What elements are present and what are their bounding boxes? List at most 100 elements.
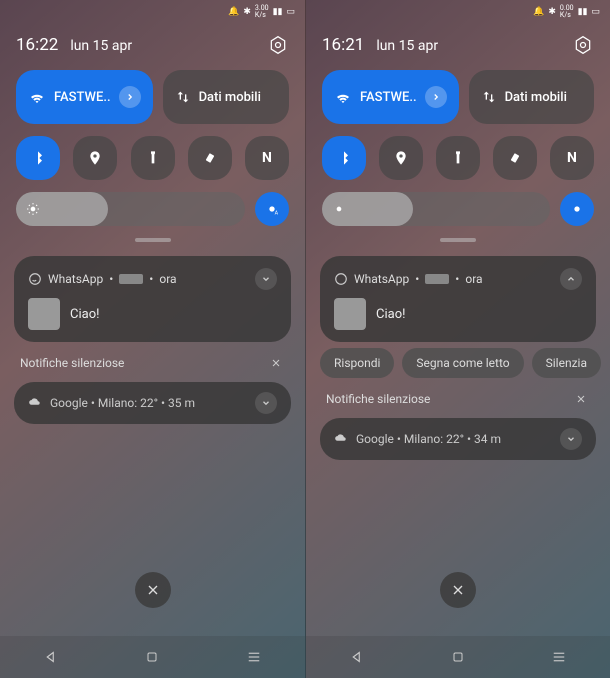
clock-date: lun 15 apr	[70, 38, 132, 54]
location-tile[interactable]	[379, 136, 423, 180]
clock-time: 16:22	[16, 35, 58, 55]
cloud-icon	[334, 432, 348, 446]
settings-icon[interactable]	[572, 34, 594, 56]
nav-back-icon[interactable]	[42, 648, 60, 666]
reply-button[interactable]: Rispondi	[320, 348, 394, 378]
network-speed: 0.00K/s	[560, 5, 574, 19]
notif-header: WhatsApp • • ora	[334, 268, 582, 290]
status-icons: 🔔 ✱ 3.00K/s ▮▮ ▭	[228, 5, 295, 19]
battery-icon: ▭	[286, 7, 295, 17]
settings-icon[interactable]	[267, 34, 289, 56]
bluetooth-tile[interactable]	[322, 136, 366, 180]
navigation-bar	[0, 636, 305, 678]
dismiss-all-button[interactable]	[440, 572, 476, 608]
separator-dot: •	[455, 272, 459, 286]
bluetooth-icon	[336, 150, 352, 166]
auto-rotate-tile[interactable]	[493, 136, 537, 180]
sender-redacted	[119, 274, 143, 284]
bluetooth-tile[interactable]	[16, 136, 60, 180]
rotate-icon	[507, 150, 523, 166]
nav-back-icon[interactable]	[348, 648, 366, 666]
sender-redacted	[425, 274, 449, 284]
mute-button[interactable]: Silenzia	[532, 348, 601, 378]
auto-rotate-tile[interactable]	[188, 136, 232, 180]
google-weather-notification[interactable]: Google • Milano: 22° • 34 m	[320, 418, 596, 460]
mobile-data-label: Dati mobili	[505, 90, 567, 105]
message-text: Ciao!	[70, 307, 99, 322]
brightness-fill	[16, 192, 108, 226]
nav-home-icon[interactable]	[450, 649, 466, 665]
nfc-icon: N	[262, 150, 272, 166]
brightness-row: A	[0, 186, 305, 230]
quick-settings-row-1: FASTWE.. Dati mobili	[0, 64, 305, 130]
silent-label: Notifiche silenziose	[326, 392, 430, 406]
silent-icon: 🔔	[533, 7, 544, 17]
network-speed: 3.00K/s	[255, 5, 269, 19]
location-icon	[393, 150, 409, 166]
brightness-fill	[322, 192, 413, 226]
message-text: Ciao!	[376, 307, 405, 322]
whatsapp-notification[interactable]: WhatsApp • • ora Ciao!	[320, 256, 596, 342]
clock-area: 16:21 lun 15 apr	[322, 35, 438, 55]
data-icon	[481, 89, 497, 105]
brightness-low-icon	[26, 202, 40, 216]
nav-recent-icon[interactable]	[550, 648, 568, 666]
nfc-tile[interactable]: N	[245, 136, 289, 180]
location-tile[interactable]	[73, 136, 117, 180]
wifi-expand-icon[interactable]	[425, 86, 447, 108]
quick-settings-row-1: FASTWE.. Dati mobili	[306, 64, 610, 130]
panel-handle[interactable]	[135, 238, 171, 242]
weather-expand-icon[interactable]	[560, 428, 582, 450]
nfc-tile[interactable]: N	[550, 136, 594, 180]
notif-body: Ciao!	[28, 298, 277, 330]
weather-expand-icon[interactable]	[255, 392, 277, 414]
status-icons: 🔔 ✱ 0.00K/s ▮▮ ▭	[533, 5, 600, 19]
whatsapp-notification[interactable]: WhatsApp • • ora Ciao!	[14, 256, 291, 342]
status-bar: 🔔 ✱ 3.00K/s ▮▮ ▭	[0, 0, 305, 22]
flashlight-icon	[145, 150, 161, 166]
mobile-data-tile[interactable]: Dati mobili	[163, 70, 289, 124]
sender-avatar	[334, 298, 366, 330]
brightness-slider[interactable]	[16, 192, 245, 226]
bluetooth-status-icon: ✱	[548, 7, 556, 17]
auto-brightness-toggle[interactable]: A	[255, 192, 289, 226]
wifi-tile[interactable]: FASTWE..	[322, 70, 459, 124]
nav-home-icon[interactable]	[144, 649, 160, 665]
signal-icon: ▮▮	[273, 7, 283, 17]
dismiss-all-button[interactable]	[135, 572, 171, 608]
brightness-slider[interactable]	[322, 192, 550, 226]
flashlight-tile[interactable]	[131, 136, 175, 180]
nav-recent-icon[interactable]	[245, 648, 263, 666]
data-icon	[175, 89, 191, 105]
notif-header: WhatsApp • • ora	[28, 268, 277, 290]
auto-brightness-toggle[interactable]	[560, 192, 594, 226]
navigation-bar	[306, 636, 610, 678]
time-row: 16:21 lun 15 apr	[306, 22, 610, 64]
google-weather-notification[interactable]: Google • Milano: 22° • 35 m	[14, 382, 291, 424]
wifi-label: FASTWE..	[54, 90, 111, 105]
rotate-icon	[202, 150, 218, 166]
mark-read-button[interactable]: Segna come letto	[402, 348, 523, 378]
location-icon	[87, 150, 103, 166]
notif-collapse-icon[interactable]	[560, 268, 582, 290]
brightness-row	[306, 186, 610, 230]
notif-expand-icon[interactable]	[255, 268, 277, 290]
wifi-expand-icon[interactable]	[119, 86, 141, 108]
silent-close-icon[interactable]	[572, 390, 590, 408]
separator-dot: •	[415, 272, 419, 286]
notif-time: ora	[159, 272, 176, 286]
flashlight-tile[interactable]	[436, 136, 480, 180]
silent-close-icon[interactable]	[267, 354, 285, 372]
notif-app-name: WhatsApp	[354, 272, 409, 286]
whatsapp-icon	[28, 272, 42, 286]
weather-text: Google • Milano: 22° • 34 m	[356, 432, 501, 446]
mobile-data-label: Dati mobili	[199, 90, 261, 105]
wifi-tile[interactable]: FASTWE..	[16, 70, 153, 124]
panel-handle[interactable]	[440, 238, 476, 242]
whatsapp-icon	[334, 272, 348, 286]
mobile-data-tile[interactable]: Dati mobili	[469, 70, 594, 124]
quick-settings-row-2: N	[306, 130, 610, 186]
battery-icon: ▭	[591, 7, 600, 17]
time-row: 16:22 lun 15 apr	[0, 22, 305, 64]
clock-date: lun 15 apr	[376, 38, 438, 54]
